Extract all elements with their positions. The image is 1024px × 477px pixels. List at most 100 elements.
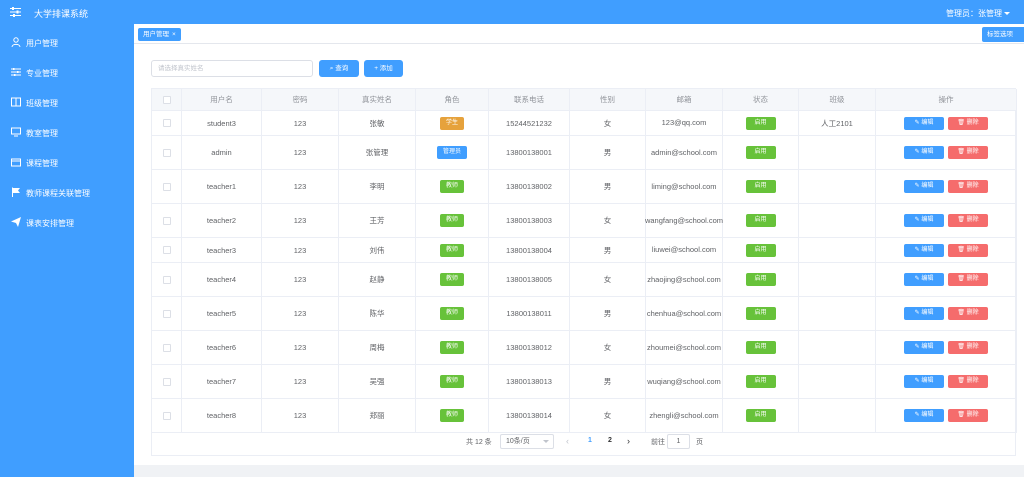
page-size-value: 10条/页 <box>506 438 530 445</box>
delete-button[interactable]: 🗑 删除 <box>948 243 988 257</box>
edit-button[interactable]: ✎ 编辑 <box>904 307 944 320</box>
sidebar-item-label: 用户管理 <box>26 39 58 48</box>
row-checkbox[interactable] <box>162 148 171 157</box>
role-tag: 教师 <box>439 375 464 388</box>
edit-button[interactable]: ✎ 编辑 <box>904 243 944 257</box>
edit-button[interactable]: ✎ 编辑 <box>904 146 944 159</box>
goto-page-input[interactable]: 1 <box>667 434 690 449</box>
sliders-icon <box>11 68 21 76</box>
gender-cell: 女 <box>570 263 646 296</box>
query-button[interactable]: ⌕ 查询 <box>319 60 359 77</box>
role-tag: 教师 <box>439 243 464 257</box>
row-checkbox-cell <box>152 204 182 237</box>
prev-page-button[interactable]: ‹ <box>566 436 569 446</box>
username-cell: teacher8 <box>182 399 262 432</box>
class-cell <box>799 365 876 398</box>
edit-button[interactable]: ✎ 编辑 <box>904 375 944 388</box>
table-row: admin 123 张管理 管理员 13800138001 男 admin@school.c… <box>152 136 1017 170</box>
sidebar-item-classroom-management[interactable]: 教室管理 <box>0 117 134 147</box>
sidebar-item-class-management[interactable]: 班级管理 <box>0 87 134 117</box>
delete-button[interactable]: 🗑 删除 <box>948 146 988 159</box>
status-badge: 启用 <box>745 180 776 193</box>
realname-cell: 吴强 <box>339 365 416 398</box>
status-badge: 启用 <box>745 146 776 159</box>
row-checkbox[interactable] <box>162 246 171 254</box>
sidebar-item-label: 教室管理 <box>26 129 58 138</box>
columns-icon <box>11 97 21 107</box>
edit-button[interactable]: ✎ 编辑 <box>904 409 944 422</box>
table-row: teacher2 123 王芳 教师 13800138003 女 wangfang@scho… <box>152 204 1017 238</box>
row-checkbox[interactable] <box>162 275 171 284</box>
flag-icon <box>12 187 20 197</box>
edit-button[interactable]: ✎ 编辑 <box>904 180 944 193</box>
phone-cell: 13800138014 <box>489 399 570 432</box>
delete-button[interactable]: 🗑 删除 <box>948 273 988 286</box>
delete-button[interactable]: 🗑 删除 <box>948 180 988 193</box>
status-cell: 启用 <box>723 170 799 203</box>
row-checkbox[interactable] <box>162 309 171 318</box>
sidebar-item-major-management[interactable]: 专业管理 <box>0 57 134 87</box>
sidebar-item-course-management[interactable]: 课程管理 <box>0 147 134 177</box>
row-checkbox[interactable] <box>162 119 171 127</box>
delete-button[interactable]: 🗑 删除 <box>948 116 988 130</box>
next-page-button[interactable]: › <box>627 436 630 446</box>
class-cell <box>799 263 876 296</box>
add-button[interactable]: + 添加 <box>364 60 403 77</box>
edit-button[interactable]: ✎ 编辑 <box>904 341 944 354</box>
row-checkbox[interactable] <box>162 377 171 386</box>
edit-button[interactable]: ✎ 编辑 <box>904 116 944 130</box>
edit-label: 编辑 <box>921 412 934 418</box>
tab-options-button[interactable]: 标签选项 <box>982 27 1024 42</box>
column-header: 联系电话 <box>489 89 570 111</box>
tab-user-management[interactable]: 用户管理 × <box>138 28 181 41</box>
status-badge: 启用 <box>745 307 776 320</box>
realname-search-input[interactable]: 请选择真实姓名 <box>151 60 313 77</box>
admin-user-menu[interactable]: 管理员：张管理 <box>946 8 1010 19</box>
role-tag: 教师 <box>439 214 464 227</box>
username-cell: teacher1 <box>182 170 262 203</box>
delete-button[interactable]: 🗑 删除 <box>948 375 988 388</box>
delete-button[interactable]: 🗑 删除 <box>948 214 988 227</box>
role-cell: 教师 <box>416 263 489 296</box>
edit-label: 编辑 <box>921 276 934 282</box>
close-icon[interactable]: × <box>172 31 176 38</box>
sidebar-item-label: 课程管理 <box>26 159 58 168</box>
delete-label: 删除 <box>966 183 979 189</box>
row-checkbox[interactable] <box>162 216 171 225</box>
edit-button[interactable]: ✎ 编辑 <box>904 273 944 286</box>
email-cell: chenhua@school.com <box>646 297 723 330</box>
sidebar-item-label: 课表安排管理 <box>26 219 74 228</box>
tab-label: 用户管理 <box>143 31 169 38</box>
table-row: teacher5 123 陈华 教师 13800138011 男 chenhua@schoo… <box>152 297 1017 331</box>
edit-button[interactable]: ✎ 编辑 <box>904 214 944 227</box>
username-cell: teacher5 <box>182 297 262 330</box>
page-number-2[interactable]: 2 <box>608 437 612 444</box>
phone-cell: 13800138001 <box>489 136 570 169</box>
role-cell: 教师 <box>416 365 489 398</box>
phone-cell: 13800138003 <box>489 204 570 237</box>
delete-label: 删除 <box>966 344 979 350</box>
row-checkbox[interactable] <box>162 343 171 352</box>
phone-cell: 13800138011 <box>489 297 570 330</box>
sidebar-item-user-management[interactable]: 用户管理 <box>0 27 134 57</box>
realname-cell: 周梅 <box>339 331 416 364</box>
sidebar-item-schedule-management[interactable]: 课表安排管理 <box>0 207 134 237</box>
row-checkbox[interactable] <box>162 411 171 420</box>
delete-label: 删除 <box>966 246 979 253</box>
role-cell: 管理员 <box>416 136 489 169</box>
pagination-total: 共 12 条 <box>466 439 492 446</box>
tab-bar: 用户管理 × 标签选项 <box>134 24 1024 44</box>
page-number-1[interactable]: 1 <box>588 437 592 444</box>
row-checkbox[interactable] <box>162 182 171 191</box>
trash-icon: 🗑 <box>957 344 967 350</box>
phone-cell: 13800138012 <box>489 331 570 364</box>
sidebar-item-teacher-course-management[interactable]: 教师课程关联管理 <box>0 177 134 207</box>
footer-strip <box>134 465 1024 477</box>
class-cell: 人工2101 <box>799 111 876 135</box>
select-all-checkbox[interactable] <box>162 96 171 104</box>
delete-button[interactable]: 🗑 删除 <box>948 307 988 320</box>
delete-button[interactable]: 🗑 删除 <box>948 409 988 422</box>
page-size-select[interactable]: 10条/页 <box>500 434 554 449</box>
column-header: 用户名 <box>182 89 262 111</box>
delete-button[interactable]: 🗑 删除 <box>948 341 988 354</box>
